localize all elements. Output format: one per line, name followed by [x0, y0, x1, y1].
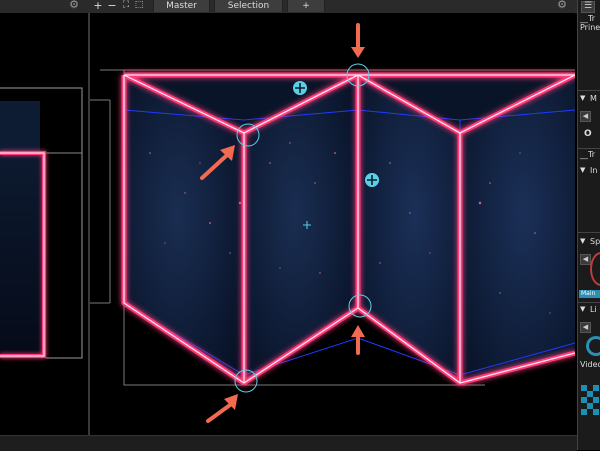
chevron-down-icon[interactable]: ▼: [580, 94, 585, 102]
tab-selection[interactable]: Selection: [214, 0, 283, 12]
move-handle-icon[interactable]: [293, 81, 307, 95]
gear-icon[interactable]: ⚙: [556, 0, 568, 11]
layer-name: __Tr: [580, 14, 595, 23]
main-canvas-panel: [90, 13, 577, 435]
fit-view-button[interactable]: ⛶: [121, 0, 131, 12]
color-dial[interactable]: [590, 252, 600, 286]
value-label: O: [584, 129, 592, 139]
chevron-down-icon[interactable]: ▼: [580, 237, 585, 245]
annotation-arrow-down-top: [351, 23, 365, 58]
prev-button[interactable]: ◀: [580, 111, 591, 122]
left-preview-panel: [0, 13, 90, 435]
source-label: Video: [580, 360, 600, 369]
mapping-canvas[interactable]: [90, 13, 577, 435]
chevron-down-icon[interactable]: ▼: [580, 305, 585, 313]
right-inspector-panel: ☰ __Tr Prine ▼ M ◀ O __Tr ▼ In ▼ Sp ◀ Ma…: [577, 0, 600, 450]
tab-master[interactable]: Master: [153, 0, 210, 12]
section-label: M: [590, 94, 597, 103]
layer-name: __Tr: [580, 150, 595, 159]
menu-icon[interactable]: ☰: [581, 1, 595, 13]
divider: [578, 90, 600, 91]
left-preview-canvas[interactable]: [0, 13, 88, 435]
move-handle-icon[interactable]: [365, 173, 379, 187]
section-label: In: [590, 166, 598, 175]
preview-surface: [0, 153, 46, 358]
divider: [578, 302, 600, 303]
loop-icon[interactable]: [586, 336, 600, 356]
divider: [578, 148, 600, 149]
chevron-down-icon[interactable]: ▼: [580, 166, 585, 174]
gear-icon[interactable]: ⚙: [68, 0, 80, 11]
section-label: Sp: [590, 237, 600, 246]
annotation-arrow-up-inner: [351, 325, 365, 355]
layer-sub: Prine: [580, 23, 600, 32]
divider: [578, 232, 600, 233]
remove-button[interactable]: −: [107, 0, 117, 12]
status-badge: Main: [579, 290, 600, 298]
add-button[interactable]: +: [93, 0, 103, 12]
select-box-button[interactable]: ⬚: [134, 0, 144, 12]
prev-button[interactable]: ◀: [580, 322, 591, 333]
bottom-status-bar: [0, 435, 577, 451]
tab-add[interactable]: +: [287, 0, 325, 12]
prev-button[interactable]: ◀: [580, 254, 591, 265]
checker-preview: [581, 385, 600, 450]
preview-surface: [0, 101, 40, 153]
top-toolbar: ⚙ + − ⛶ ⬚ Master Selection + ⚙: [0, 0, 600, 14]
annotation-arrow-diag-bottom: [206, 394, 238, 423]
section-label: Li: [590, 305, 597, 314]
